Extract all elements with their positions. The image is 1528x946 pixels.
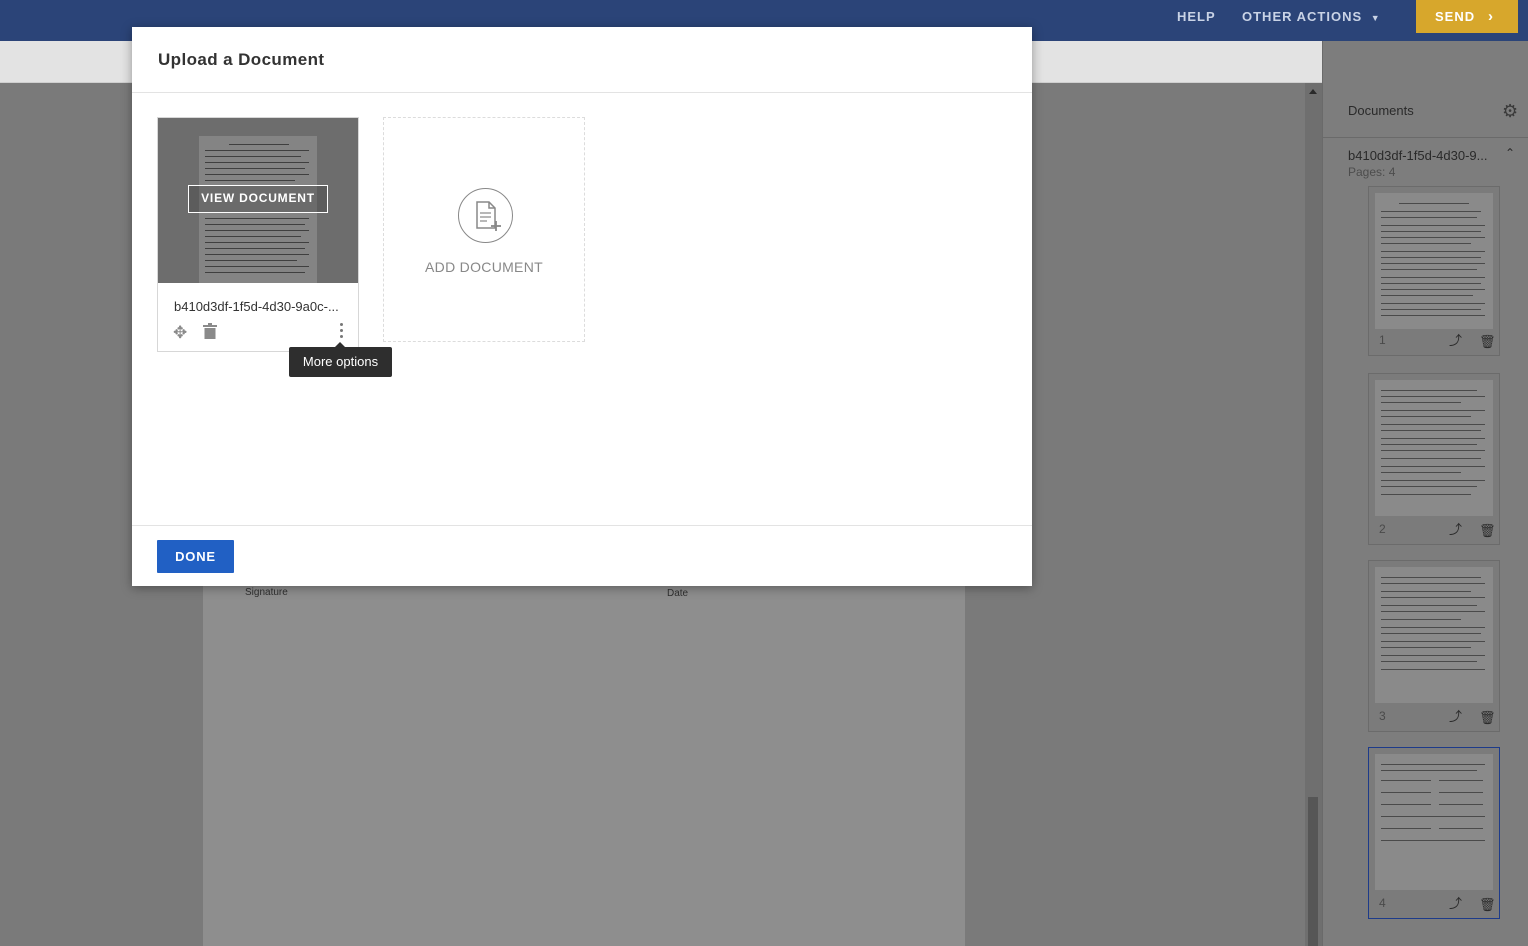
divider — [132, 525, 1032, 526]
trash-icon[interactable] — [203, 323, 217, 339]
add-document-label: ADD DOCUMENT — [425, 259, 543, 275]
other-actions-label: OTHER ACTIONS — [1242, 9, 1363, 24]
trash-icon[interactable]: 🗑 — [1479, 710, 1496, 726]
documents-panel: Documents ⚙ b410d3df-1f5d-4d30-9... ⌃ Pa… — [1322, 41, 1528, 946]
rotate-icon[interactable]: ⤴ — [1449, 519, 1462, 538]
upload-document-modal: Upload a Document VIEW DOCUMENT b410d3df… — [132, 27, 1032, 586]
vertical-scrollbar[interactable] — [1305, 83, 1322, 946]
page-count: Pages: 4 — [1348, 165, 1396, 179]
page-number: 1 — [1379, 333, 1386, 347]
chevron-up-icon[interactable]: ⌃ — [1505, 146, 1515, 160]
page-number: 2 — [1379, 522, 1386, 536]
trash-icon[interactable]: 🗑 — [1479, 523, 1496, 539]
chevron-right-icon: › — [1488, 8, 1494, 25]
send-button[interactable]: SEND › — [1416, 0, 1518, 33]
page-preview — [1375, 193, 1493, 329]
page-thumbnail-1[interactable]: 1 ⤴ 🗑 — [1368, 186, 1500, 356]
date-label: Date — [667, 588, 689, 599]
rotate-icon[interactable]: ⤴ — [1449, 893, 1462, 912]
rotate-icon[interactable]: ⤴ — [1449, 706, 1462, 725]
more-options-tooltip: More options — [289, 342, 392, 377]
panel-document-name[interactable]: b410d3df-1f5d-4d30-9... — [1348, 148, 1488, 163]
document-preview[interactable]: VIEW DOCUMENT — [158, 118, 358, 283]
divider — [1323, 137, 1528, 138]
page-preview — [1375, 754, 1493, 890]
document-file-name: b410d3df-1f5d-4d30-9a0c-... — [174, 299, 339, 314]
send-label: SEND — [1435, 9, 1476, 24]
rotate-icon[interactable]: ⤴ — [1449, 330, 1462, 349]
page-number: 4 — [1379, 896, 1386, 910]
modal-title: Upload a Document — [158, 50, 325, 69]
add-document-icon — [458, 188, 513, 243]
signature-label: Signature — [245, 587, 288, 598]
trash-icon[interactable]: 🗑 — [1479, 334, 1496, 350]
page-number: 3 — [1379, 709, 1386, 723]
page-preview — [1375, 567, 1493, 703]
scroll-up-arrow-icon[interactable] — [1309, 89, 1317, 94]
help-link[interactable]: HELP — [1177, 0, 1216, 33]
scrollbar-thumb[interactable] — [1308, 797, 1318, 946]
caret-down-icon: ▼ — [1370, 13, 1381, 23]
gear-icon[interactable]: ⚙ — [1502, 101, 1518, 122]
trash-icon[interactable]: 🗑 — [1479, 897, 1496, 913]
move-icon[interactable]: ✥ — [173, 323, 187, 343]
view-document-button[interactable]: VIEW DOCUMENT — [188, 185, 328, 213]
page-thumbnail-2[interactable]: 2 ⤴ 🗑 — [1368, 373, 1500, 545]
page-preview — [1375, 380, 1493, 516]
documents-panel-title: Documents — [1348, 103, 1414, 118]
page-thumbnail-4[interactable]: 4 ⤴ 🗑 — [1368, 747, 1500, 919]
more-options-icon[interactable] — [335, 321, 349, 341]
uploaded-document-card: VIEW DOCUMENT b410d3df-1f5d-4d30-9a0c-..… — [157, 117, 359, 352]
done-button[interactable]: DONE — [157, 540, 234, 573]
page-thumbnail-3[interactable]: 3 ⤴ 🗑 — [1368, 560, 1500, 732]
other-actions-menu[interactable]: OTHER ACTIONS ▼ — [1242, 0, 1381, 33]
divider — [132, 92, 1032, 93]
add-document-card[interactable]: ADD DOCUMENT — [383, 117, 585, 342]
